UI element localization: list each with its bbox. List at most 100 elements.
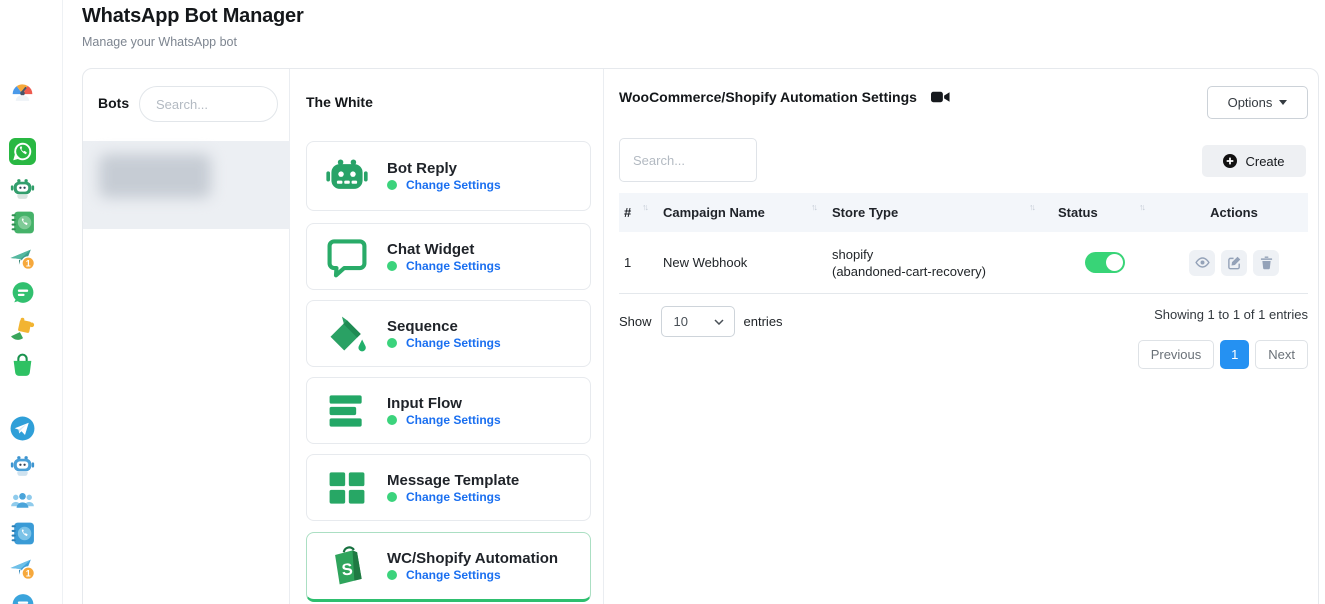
edit-icon: [1227, 255, 1242, 270]
next-page-button[interactable]: Next: [1255, 340, 1308, 369]
bot-list-item-selected[interactable]: [83, 141, 290, 229]
options-button[interactable]: Options: [1207, 86, 1308, 119]
page-header: WhatsApp Bot Manager Manage your WhatsAp…: [82, 5, 304, 49]
telegram-icon[interactable]: [9, 415, 36, 442]
chevron-down-icon: [714, 319, 724, 325]
menu-card-title: Sequence: [387, 318, 458, 335]
whatsapp-chat-icon[interactable]: [9, 280, 36, 307]
toggle-knob: [1106, 254, 1123, 271]
sequence-icon: [325, 312, 369, 356]
menu-card-title: Message Template: [387, 472, 519, 489]
bot-menu-panel: The White Bot Reply Change Settings Chat…: [290, 69, 604, 604]
row-status-cell: [1050, 232, 1160, 293]
options-label: Options: [1228, 95, 1273, 110]
green-dot-icon: [387, 338, 397, 348]
panel-title: WooCommerce/Shopify Automation Settings: [619, 89, 917, 105]
sort-icon[interactable]: ↑↓: [811, 202, 816, 212]
menu-card-sequence[interactable]: Sequence Change Settings: [306, 300, 591, 367]
whatsapp-campaign-icon[interactable]: 1: [9, 245, 36, 272]
shopify-letter: S: [341, 560, 354, 579]
table-row: 1 New Webhook shopify (abandoned-cart-re…: [619, 232, 1308, 294]
column-header-store-type[interactable]: Store Type ↑↓: [832, 193, 1050, 232]
change-settings-link[interactable]: Change Settings: [406, 568, 501, 582]
whatsapp-icon[interactable]: [9, 138, 36, 165]
bot-name-heading: The White: [306, 94, 373, 110]
bot-name-blurred: [99, 154, 211, 198]
create-button[interactable]: Create: [1202, 145, 1306, 177]
menu-card-title: Input Flow: [387, 395, 462, 412]
shopify-icon: S: [325, 544, 369, 588]
create-label: Create: [1245, 154, 1284, 169]
row-campaign-name: New Webhook: [663, 232, 832, 293]
badge-count: 1: [26, 568, 31, 578]
column-header-status[interactable]: Status ↑↓: [1050, 193, 1160, 232]
page-title: WhatsApp Bot Manager: [82, 5, 304, 28]
telegram-campaign-icon[interactable]: 1: [9, 555, 36, 582]
menu-card-chat-widget[interactable]: Chat Widget Change Settings: [306, 223, 591, 290]
automation-search-input[interactable]: [619, 138, 757, 182]
change-settings-link[interactable]: Change Settings: [406, 490, 501, 504]
view-button[interactable]: [1189, 250, 1215, 276]
entries-label: entries: [744, 314, 783, 329]
telegram-contacts-icon[interactable]: [9, 520, 36, 547]
automation-settings-panel: WooCommerce/Shopify Automation Settings …: [604, 69, 1318, 604]
trash-icon: [1259, 255, 1274, 270]
telegram-group-icon[interactable]: [9, 487, 36, 514]
green-dot-icon: [387, 261, 397, 271]
table-header-row: # ↑↓ Campaign Name ↑↓ Store Type ↑↓ Stat…: [619, 193, 1308, 232]
row-index: 1: [619, 232, 663, 293]
badge-count: 1: [26, 258, 31, 268]
change-settings-link[interactable]: Change Settings: [406, 413, 501, 427]
row-store-type: shopify (abandoned-cart-recovery): [832, 232, 1050, 293]
input-flow-icon: [325, 389, 369, 433]
bots-search-input[interactable]: [139, 86, 278, 122]
green-dot-icon: [387, 570, 397, 580]
bots-label: Bots: [98, 95, 129, 111]
dashboard-icon[interactable]: [9, 78, 36, 105]
change-settings-link[interactable]: Change Settings: [406, 178, 501, 192]
plus-circle-icon: [1223, 154, 1237, 168]
whatsapp-bot-icon[interactable]: [9, 174, 36, 201]
column-header-campaign-name[interactable]: Campaign Name ↑↓: [663, 193, 832, 232]
sort-icon[interactable]: ↑↓: [1139, 202, 1144, 212]
change-settings-link[interactable]: Change Settings: [406, 259, 501, 273]
page-size-select[interactable]: 10: [661, 306, 735, 337]
video-camera-icon[interactable]: [931, 90, 950, 104]
sort-icon[interactable]: ↑↓: [1029, 202, 1034, 212]
chat-widget-icon: [325, 235, 369, 279]
status-toggle-on[interactable]: [1085, 252, 1125, 273]
edit-button[interactable]: [1221, 250, 1247, 276]
menu-card-bot-reply[interactable]: Bot Reply Change Settings: [306, 141, 591, 211]
row-actions-cell: [1160, 232, 1308, 293]
main-card: Bots The White Bot Reply Change Settings: [82, 68, 1319, 604]
show-label: Show: [619, 314, 652, 329]
page-size-value: 10: [674, 314, 688, 329]
telegram-bot-icon[interactable]: [9, 451, 36, 478]
table-summary: Showing 1 to 1 of 1 entries: [1154, 307, 1308, 322]
telegram-chat-icon[interactable]: [9, 592, 36, 604]
app-sidebar: 1 1: [0, 0, 63, 604]
caret-down-icon: [1279, 100, 1287, 105]
green-dot-icon: [387, 492, 397, 502]
delete-button[interactable]: [1253, 250, 1279, 276]
menu-card-wc-shopify-automation[interactable]: S WC/Shopify Automation Change Settings: [306, 532, 591, 602]
change-settings-link[interactable]: Change Settings: [406, 336, 501, 350]
menu-card-message-template[interactable]: Message Template Change Settings: [306, 454, 591, 521]
bot-reply-icon: [325, 154, 369, 198]
message-template-icon: [325, 466, 369, 510]
previous-page-button[interactable]: Previous: [1138, 340, 1215, 369]
bots-panel: Bots: [83, 69, 290, 604]
whatsapp-store-icon[interactable]: [9, 351, 36, 378]
whatsapp-contacts-icon[interactable]: [9, 209, 36, 236]
whatsapp-integration-icon[interactable]: [9, 316, 36, 343]
page-1-button[interactable]: 1: [1220, 340, 1249, 369]
column-header-index[interactable]: # ↑↓: [619, 193, 663, 232]
pagination: Previous 1 Next: [1138, 340, 1308, 369]
green-dot-icon: [387, 415, 397, 425]
menu-card-title: WC/Shopify Automation: [387, 550, 558, 567]
green-dot-icon: [387, 180, 397, 190]
menu-card-title: Bot Reply: [387, 160, 457, 177]
sort-icon[interactable]: ↑↓: [642, 202, 647, 212]
automation-table: # ↑↓ Campaign Name ↑↓ Store Type ↑↓ Stat…: [619, 193, 1308, 294]
menu-card-input-flow[interactable]: Input Flow Change Settings: [306, 377, 591, 444]
